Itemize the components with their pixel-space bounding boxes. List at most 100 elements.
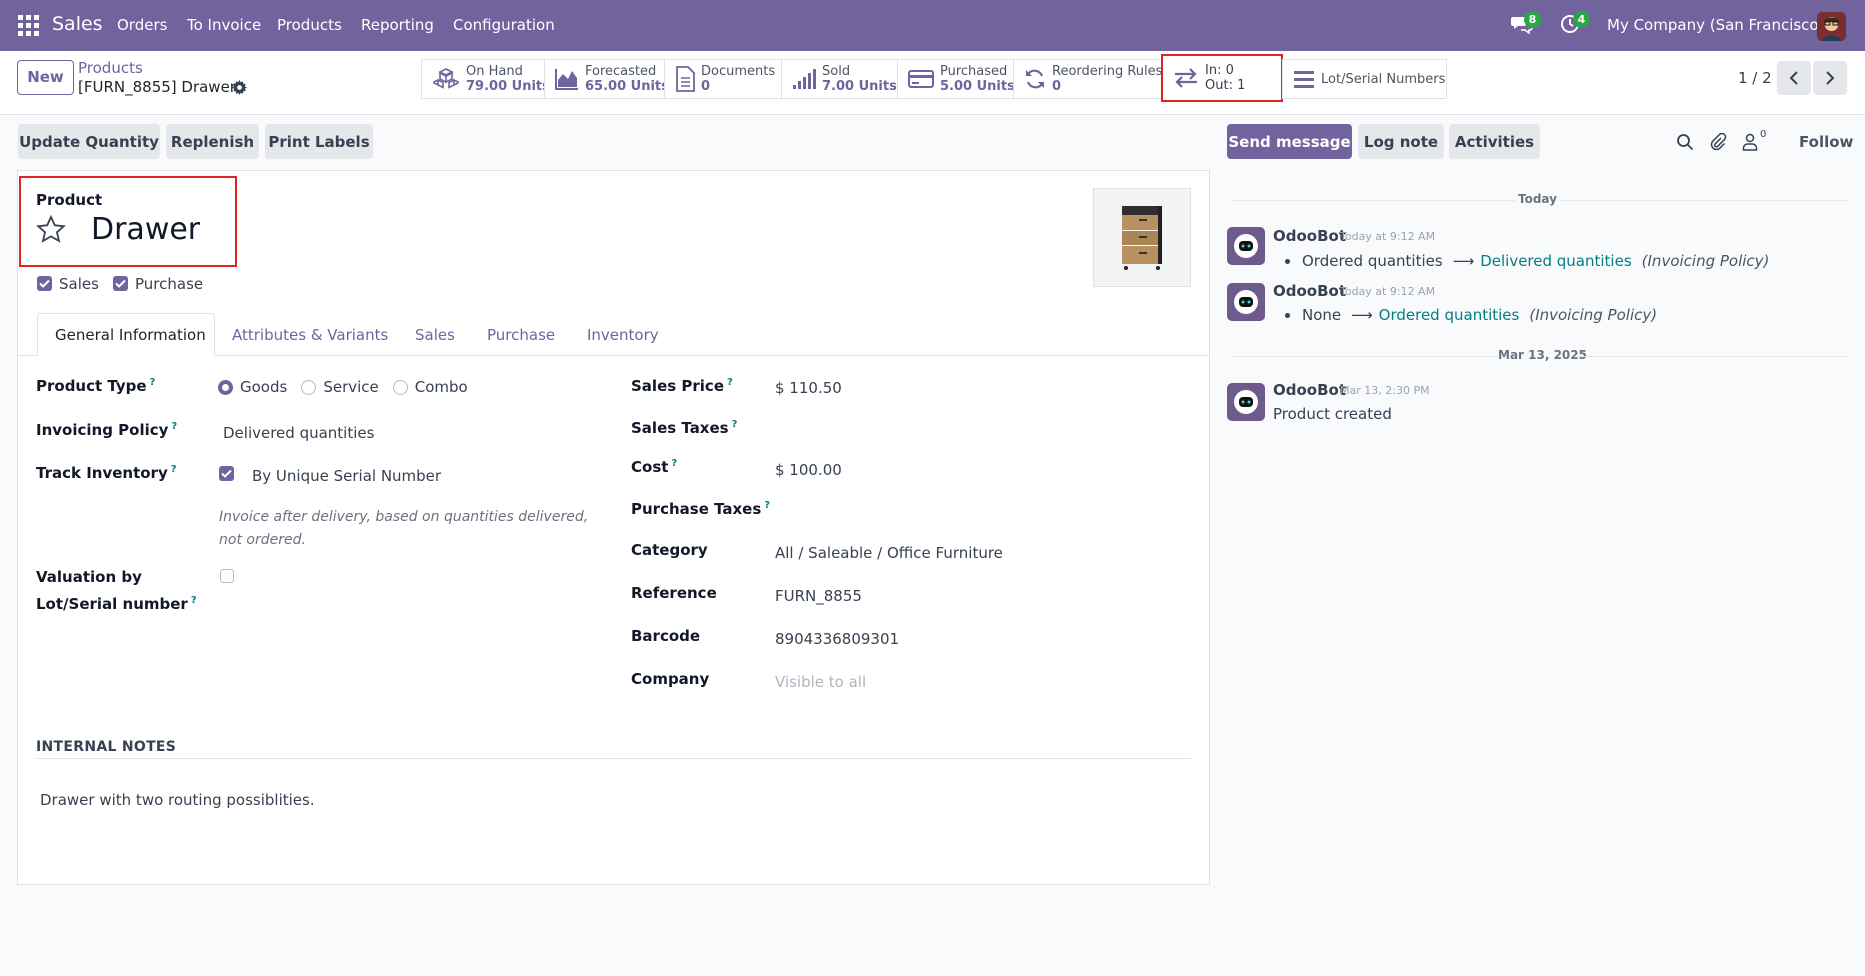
message-author[interactable]: OdooBot: [1273, 381, 1346, 399]
new-value: Ordered quantities: [1378, 306, 1520, 324]
pager-next-button[interactable]: [1813, 61, 1847, 95]
old-value: Ordered quantities: [1302, 252, 1443, 270]
purchase-checkbox[interactable]: [113, 276, 128, 291]
update-quantity-button[interactable]: Update Quantity: [18, 124, 160, 159]
radio-combo[interactable]: [392, 379, 408, 395]
star-icon[interactable]: [36, 214, 66, 247]
tab-attributes-variants[interactable]: Attributes & Variants: [232, 313, 388, 356]
new-button[interactable]: New: [17, 60, 74, 95]
sales-checkbox[interactable]: [37, 276, 52, 291]
category-label: Category: [631, 541, 708, 559]
company-label: Company: [631, 670, 710, 688]
invoicing-policy-label: Invoicing Policy?: [36, 421, 178, 439]
sales-price-field[interactable]: $ 110.50: [775, 379, 842, 397]
credit-card-icon: [908, 70, 934, 88]
breadcrumb-products[interactable]: Products: [78, 59, 143, 77]
robot-face-icon: [1234, 390, 1258, 414]
product-name-field[interactable]: Drawer: [91, 212, 200, 247]
odoobot-avatar[interactable]: [1227, 227, 1265, 265]
barcode-field[interactable]: 8904336809301: [775, 630, 899, 648]
message-date: Mar 13, 2:30 PM: [1340, 384, 1430, 397]
menu-products[interactable]: Products: [277, 16, 342, 34]
smart-forecasted[interactable]: Forecasted 65.00 Units: [544, 59, 669, 99]
smart-in-out-moves[interactable]: In: 0 Out: 1: [1161, 54, 1283, 102]
sales-price-label: Sales Price?: [631, 377, 733, 395]
smart-buttons: On Hand 79.00 Units Forecasted 65.00 Units…: [421, 54, 1447, 102]
smart-value: 5.00 Units: [940, 79, 1015, 94]
cost-field[interactable]: $ 100.00: [775, 461, 842, 479]
top-navbar: Sales Orders To Invoice Products Reporti…: [0, 0, 1865, 51]
robot-face-icon: [1234, 290, 1258, 314]
menu-configuration[interactable]: Configuration: [453, 16, 555, 34]
menu-reporting[interactable]: Reporting: [361, 16, 434, 34]
product-type-radio-group: Goods Service Combo: [218, 378, 468, 396]
message-author[interactable]: OdooBot: [1273, 227, 1346, 245]
company-switcher[interactable]: My Company (San Francisco): [1607, 16, 1824, 34]
internal-notes-field[interactable]: Drawer with two routing possiblities.: [40, 791, 315, 809]
bullet-icon: [1285, 258, 1290, 264]
smart-label: Purchased: [940, 64, 1008, 79]
gear-icon[interactable]: [232, 80, 247, 95]
product-image[interactable]: [1093, 188, 1191, 287]
sales-taxes-field[interactable]: [775, 416, 1195, 442]
reference-label: Reference: [631, 584, 717, 602]
activities-button-chatter[interactable]: Activities: [1449, 124, 1540, 159]
company-field[interactable]: Visible to all: [775, 673, 866, 691]
old-value: None: [1302, 306, 1342, 324]
smart-sold[interactable]: Sold 7.00 Units: [781, 59, 898, 99]
replenish-button[interactable]: Replenish: [166, 124, 259, 159]
smart-purchased[interactable]: Purchased 5.00 Units: [897, 59, 1015, 99]
radio-goods[interactable]: [218, 379, 233, 395]
activities-button[interactable]: 4: [1560, 11, 1590, 36]
pager-value[interactable]: 1 / 2: [1738, 69, 1772, 87]
separator-line: [1560, 200, 1848, 201]
tab-general-information[interactable]: General Information: [37, 313, 215, 356]
reference-field[interactable]: FURN_8855: [775, 587, 862, 605]
tracking-type-select[interactable]: By Unique Serial Number: [252, 467, 441, 485]
separator-line: [1233, 200, 1515, 201]
print-labels-button[interactable]: Print Labels: [265, 124, 373, 159]
radio-service[interactable]: [301, 379, 317, 395]
purchase-taxes-label: Purchase Taxes?: [631, 500, 771, 518]
send-message-button[interactable]: Send message: [1227, 124, 1352, 159]
paperclip-icon[interactable]: [1709, 132, 1727, 151]
smart-lot-serial[interactable]: Lot/Serial Numbers: [1282, 59, 1447, 99]
check-icon: [221, 469, 232, 478]
follow-button[interactable]: Follow: [1799, 133, 1853, 151]
document-icon: [676, 66, 695, 92]
list-icon: [1294, 71, 1314, 88]
check-icon: [39, 279, 50, 288]
search-icon[interactable]: [1676, 133, 1694, 151]
user-avatar[interactable]: [1817, 12, 1846, 41]
smart-label: Sold: [822, 64, 851, 79]
invoicing-policy-select[interactable]: Delivered quantities: [223, 424, 374, 442]
smart-value: 0: [701, 79, 711, 94]
bullet-icon: [1285, 312, 1290, 318]
user-avatar-icon: [1817, 12, 1846, 41]
smart-on-hand[interactable]: On Hand 79.00 Units: [421, 59, 550, 99]
app-name[interactable]: Sales: [52, 13, 103, 35]
purchase-taxes-field[interactable]: [775, 497, 1195, 523]
tab-sales[interactable]: Sales: [415, 313, 455, 356]
category-field[interactable]: All / Saleable / Office Furniture: [775, 544, 1003, 562]
app-grid-icon[interactable]: [18, 15, 39, 36]
smart-label: Lot/Serial Numbers: [1321, 71, 1446, 87]
pager-previous-button[interactable]: [1777, 61, 1811, 95]
user-icon: [1742, 133, 1758, 151]
menu-orders[interactable]: Orders: [117, 16, 167, 34]
message-author[interactable]: OdooBot: [1273, 282, 1346, 300]
menu-to-invoice[interactable]: To Invoice: [187, 16, 261, 34]
followers-button[interactable]: [1742, 133, 1760, 151]
messages-button[interactable]: 8: [1511, 11, 1541, 36]
tab-inventory[interactable]: Inventory: [587, 313, 659, 356]
track-inventory-checkbox[interactable]: [219, 466, 234, 481]
tab-purchase[interactable]: Purchase: [487, 313, 555, 356]
smart-reordering-rules[interactable]: Reordering Rules 0: [1013, 59, 1162, 99]
odoobot-avatar[interactable]: [1227, 283, 1265, 321]
odoobot-avatar[interactable]: [1227, 383, 1265, 421]
valuation-lot-serial-checkbox[interactable]: [220, 569, 234, 583]
internal-notes-divider: [36, 758, 1191, 759]
log-note-button[interactable]: Log note: [1358, 124, 1444, 159]
smart-documents[interactable]: Documents 0: [664, 59, 782, 99]
arrow-right-icon: ⟶: [1452, 252, 1475, 270]
